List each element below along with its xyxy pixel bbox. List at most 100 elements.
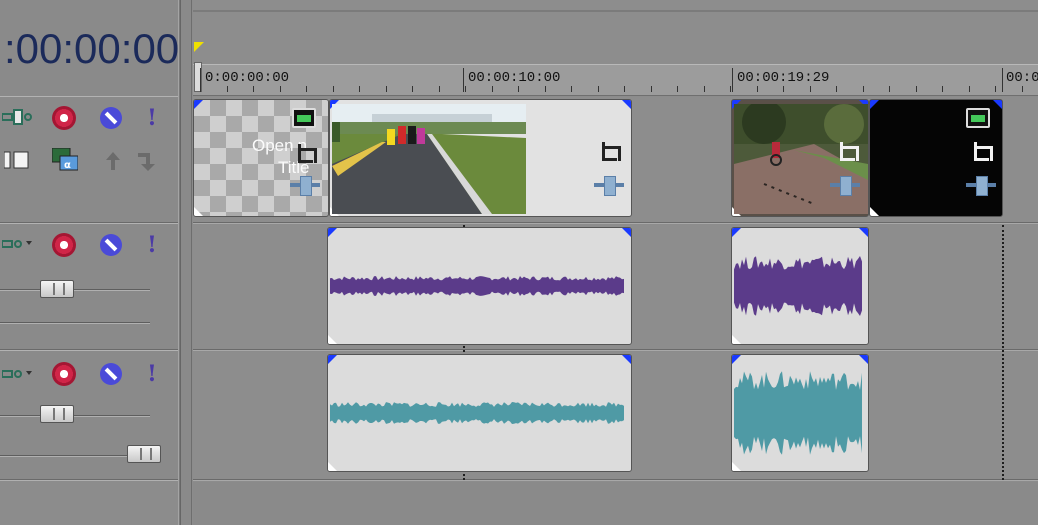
ruler-minor-tick xyxy=(651,86,652,92)
mute-icon[interactable] xyxy=(100,107,122,129)
volume-slider-thumb[interactable] xyxy=(40,280,74,298)
ruler-minor-tick xyxy=(783,86,784,92)
media-generator-icon[interactable] xyxy=(966,108,990,128)
crop-icon[interactable] xyxy=(294,144,317,166)
track-separator xyxy=(193,222,1038,224)
loop-marker-icon[interactable] xyxy=(194,42,204,52)
motion-blur-icon[interactable] xyxy=(2,108,34,126)
ruler-label: 00:0 xyxy=(1006,70,1038,86)
fade-out-handle[interactable] xyxy=(993,100,1002,109)
ruler-major-tick xyxy=(732,68,733,92)
audio-fx-icon[interactable] xyxy=(52,233,76,257)
ruler-minor-tick xyxy=(677,86,678,92)
pan-crop-icon[interactable] xyxy=(966,176,996,196)
ruler-minor-tick xyxy=(598,86,599,92)
title-clip[interactable]: Open n Title xyxy=(193,99,329,217)
solo-icon[interactable]: ! xyxy=(144,106,160,130)
ruler-minor-tick xyxy=(306,86,307,92)
track-separator xyxy=(193,479,1038,481)
ruler-minor-tick xyxy=(386,86,387,92)
panel-splitter[interactable] xyxy=(178,0,181,525)
waveform xyxy=(734,371,862,455)
volume-slider-track-2 xyxy=(0,415,150,417)
time-ruler[interactable] xyxy=(193,64,1038,96)
clip-corner xyxy=(870,207,879,216)
audio-clip-teal-1[interactable] xyxy=(327,354,632,472)
ruler-minor-tick xyxy=(1022,86,1023,92)
clip-corner xyxy=(194,207,203,216)
make-compositing-child-icon[interactable] xyxy=(136,150,160,172)
ruler-minor-tick xyxy=(969,86,970,92)
fade-out-handle[interactable] xyxy=(622,100,631,109)
pan-slider-track xyxy=(0,322,150,324)
fade-in-handle[interactable] xyxy=(870,100,879,109)
audio-fx-icon-2[interactable] xyxy=(52,362,76,386)
ruler-minor-tick xyxy=(412,86,413,92)
volume-slider-thumb-2[interactable] xyxy=(40,405,74,423)
ruler-minor-tick xyxy=(359,86,360,92)
audio-insert-icon-2[interactable] xyxy=(2,366,36,382)
waveform xyxy=(330,402,624,424)
compositing-mode-icon[interactable] xyxy=(4,150,30,170)
pan-crop-icon[interactable] xyxy=(594,176,624,196)
ruler-minor-tick xyxy=(492,86,493,92)
ruler-minor-tick xyxy=(810,86,811,92)
svg-text:α: α xyxy=(64,160,71,171)
audio-clip-purple-2[interactable] xyxy=(731,227,869,345)
ruler-minor-tick xyxy=(757,86,758,92)
ruler-minor-tick xyxy=(545,86,546,92)
pan-slider-thumb-2[interactable] xyxy=(127,445,161,463)
ruler-minor-tick xyxy=(863,86,864,92)
ruler-minor-tick xyxy=(518,86,519,92)
crop-icon[interactable] xyxy=(970,142,993,164)
black-video-clip[interactable] xyxy=(869,99,1003,217)
track-fx-icon[interactable] xyxy=(52,106,76,130)
ruler-minor-tick xyxy=(730,86,731,92)
crop-icon[interactable] xyxy=(598,142,621,164)
audio-mute-icon-2[interactable] xyxy=(100,363,122,385)
ruler-minor-tick xyxy=(624,86,625,92)
audio-insert-icon[interactable] xyxy=(2,236,36,252)
audio-mute-icon[interactable] xyxy=(100,234,122,256)
ruler-minor-tick xyxy=(465,86,466,92)
ruler-minor-tick xyxy=(280,86,281,92)
fade-in-handle[interactable] xyxy=(194,100,203,109)
editor-window: :00:00:00 ! α ! ! 0:00:00:00 00:00:10:00… xyxy=(0,0,1038,525)
ruler-major-tick xyxy=(463,68,464,92)
video-thumbnail xyxy=(332,104,526,214)
ruler-minor-tick xyxy=(333,86,334,92)
ruler-minor-tick xyxy=(704,86,705,92)
parent-composite-icon[interactable]: α xyxy=(52,148,78,172)
empty-lane xyxy=(193,482,1038,525)
ruler-minor-tick xyxy=(571,86,572,92)
audio-solo-icon[interactable]: ! xyxy=(144,233,160,257)
ruler-minor-tick xyxy=(995,86,996,92)
empty-header-area xyxy=(0,480,178,525)
waveform xyxy=(330,276,624,296)
audio-solo-icon-2[interactable]: ! xyxy=(144,362,160,386)
audio-clip-purple-1[interactable] xyxy=(327,227,632,345)
pan-crop-icon[interactable] xyxy=(290,176,320,196)
cycling-video-clip[interactable] xyxy=(329,99,632,217)
timecode-display: :00:00:00 xyxy=(4,25,180,72)
ruler-major-tick xyxy=(1002,68,1003,92)
road-video-clip[interactable] xyxy=(731,99,869,217)
ruler-minor-tick xyxy=(916,86,917,92)
ruler-label: 00:00:19:29 xyxy=(737,70,830,86)
ruler-minor-tick xyxy=(227,86,228,92)
ruler-label: 00:00:10:00 xyxy=(468,70,561,86)
audio-clip-teal-2[interactable] xyxy=(731,354,869,472)
beat-marker-line xyxy=(1002,225,1004,480)
pan-crop-icon[interactable] xyxy=(830,176,860,196)
ruler-minor-tick xyxy=(439,86,440,92)
crop-icon[interactable] xyxy=(836,142,859,164)
ruler-minor-tick xyxy=(889,86,890,92)
ruler-minor-tick xyxy=(836,86,837,92)
marker-bar-border xyxy=(193,10,1038,12)
ruler-minor-tick xyxy=(942,86,943,92)
media-generator-icon[interactable] xyxy=(292,108,316,128)
track-separator xyxy=(193,349,1038,351)
waveform xyxy=(734,256,862,316)
make-compositing-parent-icon[interactable] xyxy=(102,150,124,172)
volume-slider-track xyxy=(0,289,150,291)
